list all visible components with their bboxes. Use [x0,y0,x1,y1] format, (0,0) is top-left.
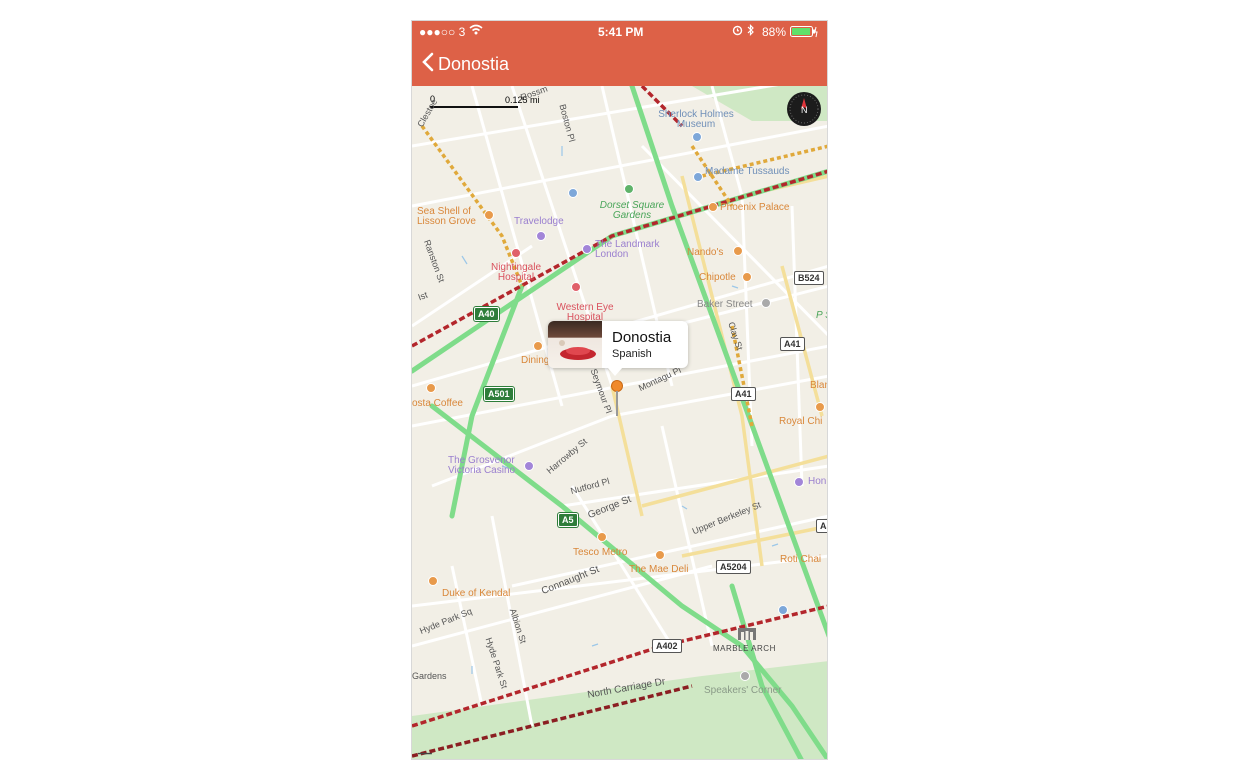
map-view[interactable]: 0 0.125 mi N Sherlock Holmes Museum Mada… [412,84,827,759]
poi-hon[interactable]: Hon [808,477,826,487]
pub-icon[interactable] [428,576,438,586]
restaurant-photo [548,321,602,368]
signal-strength: ●●●○○ 3 [419,25,466,39]
poi-marble-arch[interactable]: MARBLE ARCH [713,644,776,654]
hotel-icon[interactable] [794,477,804,487]
scale-bar [430,106,518,108]
poi-chipotle[interactable]: Chipotle [699,273,736,283]
poi-nightingale[interactable]: Nightingale Hospital [484,263,548,283]
bluetooth-icon [747,24,755,39]
restaurant-icon[interactable] [484,210,494,220]
road-shield-a5204: A5204 [716,560,751,574]
poi-sherlock[interactable]: Sherlock Holmes Museum [656,110,736,130]
callout-subtitle: Spanish [612,348,652,360]
road-shield-a402: A402 [652,639,682,653]
map-scale: 0 0.125 mi [430,94,540,114]
road-shield-a41-lower: A41 [731,387,756,401]
road-shield-a5-right: A5 [816,519,827,533]
place-callout[interactable]: Donostia Spanish [548,321,688,368]
cafe-icon[interactable] [426,383,436,393]
poi-blan[interactable]: Blan [810,381,827,391]
back-button-label: Donostia [438,53,510,74]
poi-phoenix-palace[interactable]: Phoenix Palace [720,203,790,213]
restaurant-icon[interactable] [655,550,665,560]
poi-p-sta[interactable]: P Sta [816,311,827,321]
road-shield-a40: A40 [474,307,499,321]
poi-madame-tussauds[interactable]: Madame Tussauds [705,167,790,177]
poi-speakers-corner[interactable]: Speakers' Corner [704,686,782,696]
road-shield-b524: B524 [794,271,824,285]
battery-percent: 88% [762,25,787,39]
poi-tesco-metro[interactable]: Tesco Metro [573,548,627,558]
poi-travelodge[interactable]: Travelodge [514,217,564,227]
museum-icon[interactable] [692,132,702,142]
chevron-left-icon [422,52,434,77]
casino-icon[interactable] [524,461,534,471]
park-icon[interactable] [624,184,634,194]
poi-baker-street[interactable]: Baker Street [697,300,753,310]
wifi-icon [469,24,483,38]
poi-royal-china[interactable]: Royal Chi [779,417,822,427]
poi-dining[interactable]: Dining [521,356,549,366]
restaurant-icon[interactable] [708,202,718,212]
navigation-bar: Donostia [412,43,827,86]
battery-icon [790,26,818,41]
hospital-icon[interactable] [571,282,581,292]
transit-icon[interactable] [778,605,788,615]
grocery-icon[interactable] [597,532,607,542]
road-shield-a501: A501 [484,387,514,401]
restaurant-icon[interactable] [733,246,743,256]
callout-title: Donostia [612,329,672,346]
attraction-icon[interactable] [693,172,703,182]
poi-mae-deli[interactable]: The Mae Deli [629,565,688,575]
hotel-icon[interactable] [536,231,546,241]
restaurant-icon[interactable] [742,272,752,282]
back-button[interactable]: Donostia [422,49,509,79]
compass-button[interactable]: N [787,92,821,126]
road-shield-a5: A5 [558,513,578,527]
compass-label: N [801,105,808,115]
poi-dorset-square[interactable]: Dorset Square Gardens [592,201,672,221]
hospital-icon[interactable] [511,248,521,258]
callout-tail [607,367,623,376]
station-icon[interactable] [761,298,771,308]
status-bar: ●●●○○ 3 5:41 PM 88% [412,21,827,43]
poi-landmark-london[interactable]: The Landmark London [595,240,665,260]
location-pin-stem [616,391,618,416]
legal-icon[interactable]: ▁▁ [418,744,432,754]
poi-western-eye[interactable]: Western Eye Hospital [550,303,620,323]
poi-sea-shell[interactable]: Sea Shell of Lisson Grove [417,207,481,227]
poi-duke-of-kendal[interactable]: Duke of Kendal [442,589,510,599]
alarm-icon [732,24,743,39]
map-roads [412,86,827,759]
clock: 5:41 PM [598,25,644,39]
poi-nandos[interactable]: Nando's [687,248,723,258]
hotel-icon[interactable] [582,244,592,254]
street-gardens: Gardens [412,671,447,681]
landmark-icon[interactable] [740,671,750,681]
poi-grosvenor-casino[interactable]: The Grosvenor Victoria Casino [448,456,524,476]
restaurant-icon[interactable] [533,341,543,351]
road-shield-a41-upper: A41 [780,337,805,351]
phone-screen: ●●●○○ 3 5:41 PM 88% Donostia 0 0.125 mi … [411,20,828,760]
poi-costa-coffee[interactable]: osta Coffee [412,399,463,409]
restaurant-icon[interactable] [815,402,825,412]
poi-roti-chai[interactable]: Roti Chai [780,555,821,565]
transit-icon[interactable] [568,188,578,198]
